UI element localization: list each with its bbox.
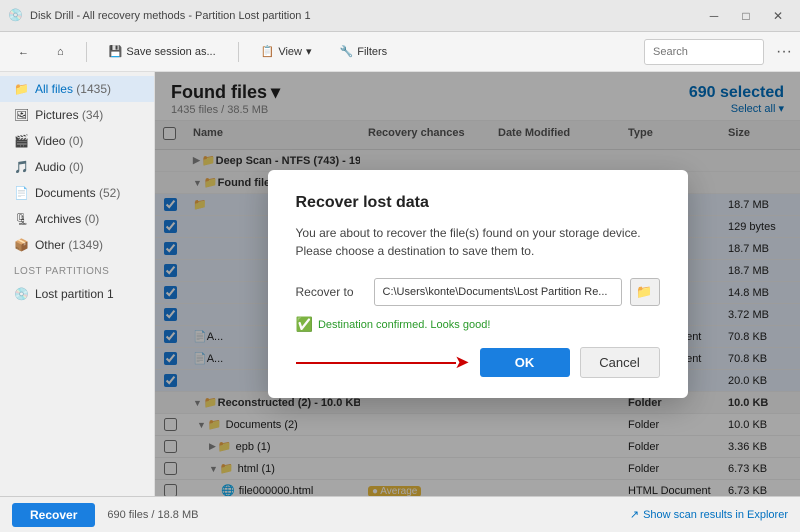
modal-overlay: Recover lost data You are about to recov… <box>155 72 800 496</box>
sidebar-item-other[interactable]: 📦 Other (1349) <box>0 232 154 258</box>
partition-icon: 💿 <box>14 287 29 301</box>
recover-dialog: Recover lost data You are about to recov… <box>268 170 688 398</box>
save-icon: 💾 <box>109 45 123 58</box>
audio-icon: 🎵 <box>14 160 29 174</box>
sidebar-section-lost-partitions: Lost partitions <box>0 258 154 281</box>
sidebar-item-archives[interactable]: 🗜 Archives (0) <box>0 206 154 232</box>
search-input[interactable] <box>644 39 764 65</box>
view-button[interactable]: 📋 View ▾ <box>251 38 322 66</box>
modal-description: You are about to recover the file(s) fou… <box>296 224 660 260</box>
back-button[interactable]: ← <box>8 38 39 66</box>
arrow-indicator: ➤ <box>296 352 470 373</box>
external-link-icon: ↗ <box>630 508 639 521</box>
document-icon: 📄 <box>14 186 29 200</box>
filters-button[interactable]: 🔧 Filters <box>330 38 398 66</box>
window-title: Disk Drill - All recovery methods - Part… <box>30 10 700 22</box>
recover-to-label: Recover to <box>296 285 366 299</box>
more-options-button[interactable]: ··· <box>776 43 792 61</box>
folder-browse-icon: 📁 <box>636 284 652 300</box>
sidebar-item-audio[interactable]: 🎵 Audio (0) <box>0 154 154 180</box>
toolbar: ← ⌂ 💾 Save session as... 📋 View ▾ 🔧 Filt… <box>0 32 800 72</box>
picture-icon: 🖼 <box>14 108 29 122</box>
sidebar-item-documents[interactable]: 📄 Documents (52) <box>0 180 154 206</box>
toolbar-separator <box>86 42 87 62</box>
cancel-button[interactable]: Cancel <box>580 347 660 378</box>
browse-button[interactable]: 📁 <box>630 278 660 306</box>
bottom-bar: Recover 690 files / 18.8 MB ↗ Show scan … <box>0 496 800 532</box>
recover-to-field: Recover to 📁 <box>296 278 660 306</box>
arrow-head-icon: ➤ <box>454 352 469 373</box>
destination-status: ✅ Destination confirmed. Looks good! <box>296 316 660 333</box>
files-icon: 📁 <box>14 82 29 96</box>
home-icon: ⌂ <box>57 46 64 58</box>
recover-to-input[interactable] <box>374 278 622 306</box>
show-scan-link[interactable]: ↗ Show scan results in Explorer <box>630 508 788 521</box>
maximize-button[interactable]: □ <box>732 2 760 30</box>
home-button[interactable]: ⌂ <box>47 38 74 66</box>
modal-actions: ➤ OK Cancel <box>296 347 660 378</box>
check-icon: ✅ <box>296 316 313 333</box>
recover-button[interactable]: Recover <box>12 503 95 527</box>
close-button[interactable]: ✕ <box>764 2 792 30</box>
window-controls: ─ □ ✕ <box>700 2 792 30</box>
chevron-down-icon: ▾ <box>306 45 312 58</box>
sidebar: 📁 All files (1435) 🖼 Pictures (34) 🎬 Vid… <box>0 72 155 496</box>
archive-icon: 🗜 <box>14 212 29 226</box>
other-icon: 📦 <box>14 238 29 252</box>
app-icon: 💿 <box>8 8 24 24</box>
modal-title: Recover lost data <box>296 194 660 212</box>
video-icon: 🎬 <box>14 134 29 148</box>
ok-button[interactable]: OK <box>480 348 570 377</box>
toolbar-separator-2 <box>238 42 239 62</box>
title-bar: 💿 Disk Drill - All recovery methods - Pa… <box>0 0 800 32</box>
view-icon: 📋 <box>261 45 275 58</box>
sidebar-item-video[interactable]: 🎬 Video (0) <box>0 128 154 154</box>
filter-icon: 🔧 <box>340 45 354 58</box>
main-layout: 📁 All files (1435) 🖼 Pictures (34) 🎬 Vid… <box>0 72 800 496</box>
sidebar-item-pictures[interactable]: 🖼 Pictures (34) <box>0 102 154 128</box>
minimize-button[interactable]: ─ <box>700 2 728 30</box>
content-area: Found files ▾ 1435 files / 38.5 MB 690 s… <box>155 72 800 496</box>
back-icon: ← <box>18 46 29 58</box>
arrow-line <box>296 362 457 364</box>
sidebar-item-lost-partition-1[interactable]: 💿 Lost partition 1 <box>0 281 154 307</box>
save-session-button[interactable]: 💾 Save session as... <box>99 38 226 66</box>
bottom-info: 690 files / 18.8 MB <box>107 509 198 521</box>
sidebar-item-all-files[interactable]: 📁 All files (1435) <box>0 76 154 102</box>
